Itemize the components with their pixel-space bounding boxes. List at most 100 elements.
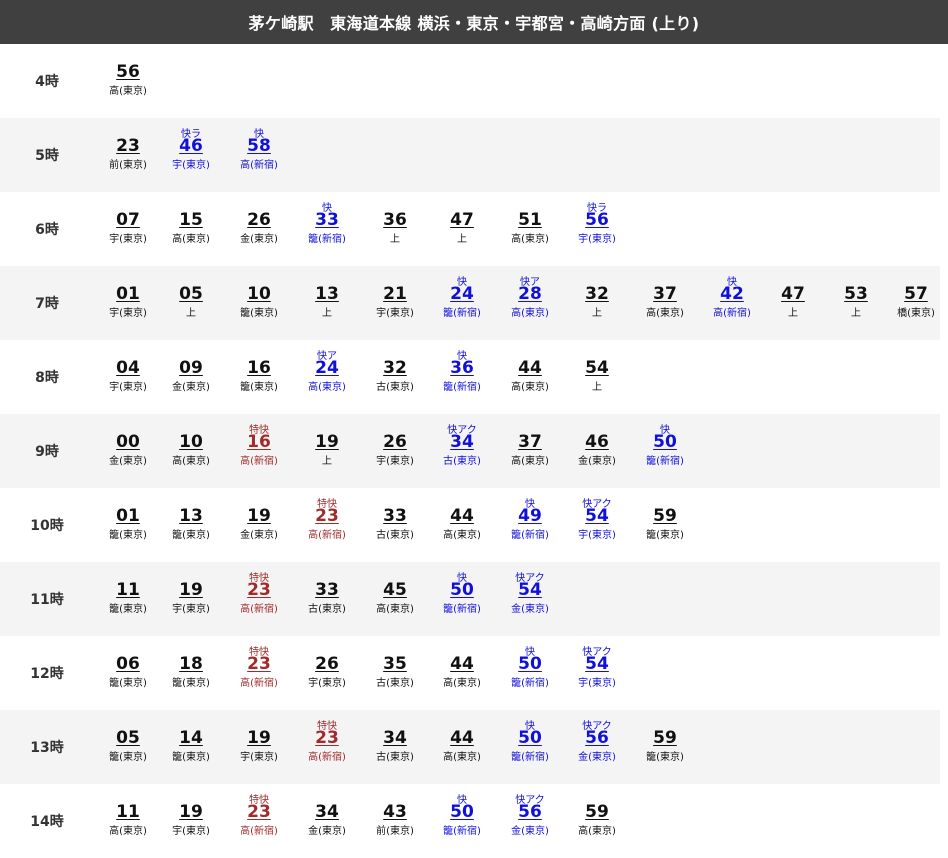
departure-minute-link[interactable]: 23 bbox=[225, 653, 293, 675]
departure-minute-link[interactable]: 45 bbox=[361, 579, 429, 601]
departure-minute-link[interactable]: 54 bbox=[563, 357, 631, 379]
departure-minute-link[interactable]: 10 bbox=[157, 431, 225, 453]
train-departure[interactable]: 快アク 56 金(東京) bbox=[496, 784, 564, 858]
departure-minute-link[interactable]: 10 bbox=[225, 283, 293, 305]
train-departure[interactable]: 13 籠(東京) bbox=[157, 488, 225, 562]
departure-minute-link[interactable]: 47 bbox=[759, 283, 827, 305]
departure-minute-link[interactable]: 21 bbox=[361, 283, 429, 305]
train-departure[interactable]: 特快 23 高(新宿) bbox=[293, 488, 361, 562]
train-departure[interactable]: 14 籠(東京) bbox=[157, 710, 225, 784]
train-departure[interactable]: 06 籠(東京) bbox=[94, 636, 162, 710]
departure-minute-link[interactable]: 18 bbox=[157, 653, 225, 675]
train-departure[interactable]: 23 前(東京) bbox=[94, 118, 162, 192]
departure-minute-link[interactable]: 53 bbox=[822, 283, 890, 305]
train-departure[interactable]: 45 高(東京) bbox=[361, 562, 429, 636]
departure-minute-link[interactable]: 44 bbox=[428, 505, 496, 527]
train-departure[interactable]: 19 宇(東京) bbox=[225, 710, 293, 784]
departure-minute-link[interactable]: 51 bbox=[496, 209, 564, 231]
departure-minute-link[interactable]: 15 bbox=[157, 209, 225, 231]
departure-minute-link[interactable]: 33 bbox=[293, 579, 361, 601]
train-departure[interactable]: 59 籠(東京) bbox=[631, 488, 699, 562]
train-departure[interactable]: 33 古(東京) bbox=[293, 562, 361, 636]
departure-minute-link[interactable]: 33 bbox=[361, 505, 429, 527]
departure-minute-link[interactable]: 43 bbox=[361, 801, 429, 823]
train-departure[interactable]: 快アク 56 金(東京) bbox=[563, 710, 631, 784]
departure-minute-link[interactable]: 01 bbox=[94, 505, 162, 527]
departure-minute-link[interactable]: 26 bbox=[225, 209, 293, 231]
train-departure[interactable]: 46 金(東京) bbox=[563, 414, 631, 488]
train-departure[interactable]: 57 橋(東京) bbox=[882, 266, 948, 340]
train-departure[interactable]: 快ア 28 高(東京) bbox=[496, 266, 564, 340]
departure-minute-link[interactable]: 49 bbox=[496, 505, 564, 527]
train-departure[interactable]: 11 籠(東京) bbox=[94, 562, 162, 636]
train-departure[interactable]: 59 高(東京) bbox=[563, 784, 631, 858]
train-departure[interactable]: 43 前(東京) bbox=[361, 784, 429, 858]
train-departure[interactable]: 快 50 籠(新宿) bbox=[496, 710, 564, 784]
train-departure[interactable]: 05 上 bbox=[157, 266, 225, 340]
train-departure[interactable]: 44 高(東京) bbox=[496, 340, 564, 414]
train-departure[interactable]: 快アク 34 古(東京) bbox=[428, 414, 496, 488]
train-departure[interactable]: 26 宇(東京) bbox=[361, 414, 429, 488]
train-departure[interactable]: 34 金(東京) bbox=[293, 784, 361, 858]
train-departure[interactable]: 53 上 bbox=[822, 266, 890, 340]
train-departure[interactable]: 44 高(東京) bbox=[428, 710, 496, 784]
departure-minute-link[interactable]: 56 bbox=[94, 61, 162, 83]
train-departure[interactable]: 54 上 bbox=[563, 340, 631, 414]
departure-minute-link[interactable]: 37 bbox=[631, 283, 699, 305]
train-departure[interactable]: 35 古(東京) bbox=[361, 636, 429, 710]
departure-minute-link[interactable]: 09 bbox=[157, 357, 225, 379]
departure-minute-link[interactable]: 54 bbox=[563, 653, 631, 675]
departure-minute-link[interactable]: 23 bbox=[225, 801, 293, 823]
departure-minute-link[interactable]: 56 bbox=[563, 727, 631, 749]
train-departure[interactable]: 19 金(東京) bbox=[225, 488, 293, 562]
train-departure[interactable]: 11 高(東京) bbox=[94, 784, 162, 858]
departure-minute-link[interactable]: 54 bbox=[496, 579, 564, 601]
departure-minute-link[interactable]: 19 bbox=[293, 431, 361, 453]
departure-minute-link[interactable]: 59 bbox=[563, 801, 631, 823]
train-departure[interactable]: 快 49 籠(新宿) bbox=[496, 488, 564, 562]
departure-minute-link[interactable]: 13 bbox=[157, 505, 225, 527]
train-departure[interactable]: 05 籠(東京) bbox=[94, 710, 162, 784]
departure-minute-link[interactable]: 59 bbox=[631, 727, 699, 749]
departure-minute-link[interactable]: 11 bbox=[94, 579, 162, 601]
train-departure[interactable]: 36 上 bbox=[361, 192, 429, 266]
departure-minute-link[interactable]: 23 bbox=[225, 579, 293, 601]
train-departure[interactable]: 特快 23 高(新宿) bbox=[293, 710, 361, 784]
train-departure[interactable]: 快 33 籠(新宿) bbox=[293, 192, 361, 266]
departure-minute-link[interactable]: 44 bbox=[496, 357, 564, 379]
departure-minute-link[interactable]: 54 bbox=[563, 505, 631, 527]
departure-minute-link[interactable]: 26 bbox=[293, 653, 361, 675]
departure-minute-link[interactable]: 00 bbox=[94, 431, 162, 453]
train-departure[interactable]: 47 上 bbox=[759, 266, 827, 340]
train-departure[interactable]: 快アク 54 金(東京) bbox=[496, 562, 564, 636]
departure-minute-link[interactable]: 34 bbox=[293, 801, 361, 823]
departure-minute-link[interactable]: 34 bbox=[428, 431, 496, 453]
train-departure[interactable]: 07 宇(東京) bbox=[94, 192, 162, 266]
departure-minute-link[interactable]: 19 bbox=[225, 727, 293, 749]
train-departure[interactable]: 21 宇(東京) bbox=[361, 266, 429, 340]
departure-minute-link[interactable]: 37 bbox=[496, 431, 564, 453]
train-departure[interactable]: 快 36 籠(新宿) bbox=[428, 340, 496, 414]
departure-minute-link[interactable]: 23 bbox=[293, 505, 361, 527]
departure-minute-link[interactable]: 46 bbox=[563, 431, 631, 453]
train-departure[interactable]: 44 高(東京) bbox=[428, 488, 496, 562]
departure-minute-link[interactable]: 50 bbox=[631, 431, 699, 453]
departure-minute-link[interactable]: 32 bbox=[563, 283, 631, 305]
train-departure[interactable]: 快 50 籠(新宿) bbox=[631, 414, 699, 488]
train-departure[interactable]: 10 高(東京) bbox=[157, 414, 225, 488]
train-departure[interactable]: 56 高(東京) bbox=[94, 44, 162, 118]
departure-minute-link[interactable]: 07 bbox=[94, 209, 162, 231]
train-departure[interactable]: 26 宇(東京) bbox=[293, 636, 361, 710]
departure-minute-link[interactable]: 50 bbox=[496, 727, 564, 749]
train-departure[interactable]: 快 24 籠(新宿) bbox=[428, 266, 496, 340]
train-departure[interactable]: 51 高(東京) bbox=[496, 192, 564, 266]
train-departure[interactable]: 特快 23 高(新宿) bbox=[225, 784, 293, 858]
departure-minute-link[interactable]: 05 bbox=[157, 283, 225, 305]
departure-minute-link[interactable]: 16 bbox=[225, 357, 293, 379]
train-departure[interactable]: 26 金(東京) bbox=[225, 192, 293, 266]
train-departure[interactable]: 47 上 bbox=[428, 192, 496, 266]
train-departure[interactable]: 快 50 籠(新宿) bbox=[496, 636, 564, 710]
train-departure[interactable]: 04 宇(東京) bbox=[94, 340, 162, 414]
departure-minute-link[interactable]: 44 bbox=[428, 727, 496, 749]
train-departure[interactable]: 59 籠(東京) bbox=[631, 710, 699, 784]
